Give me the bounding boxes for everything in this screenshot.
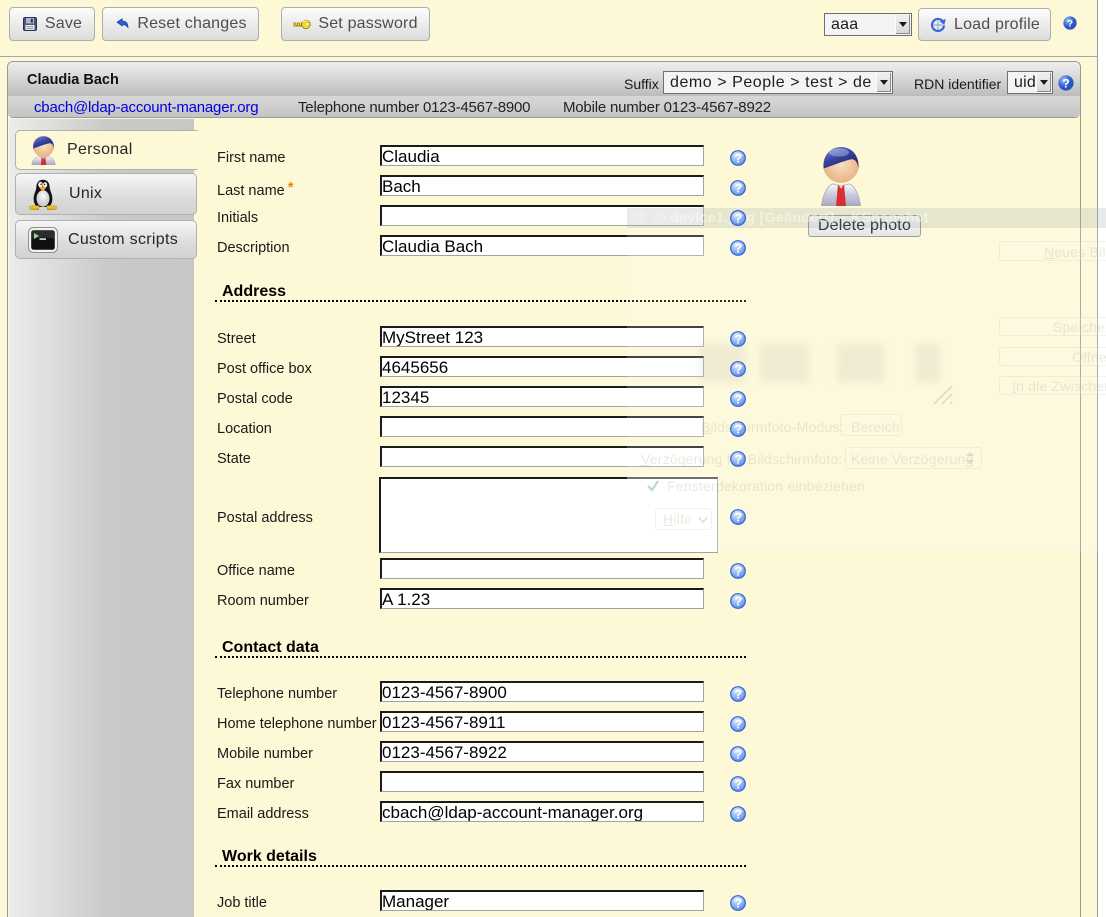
svg-text:?: ? <box>1062 77 1069 91</box>
svg-text:?: ? <box>1067 19 1073 30</box>
